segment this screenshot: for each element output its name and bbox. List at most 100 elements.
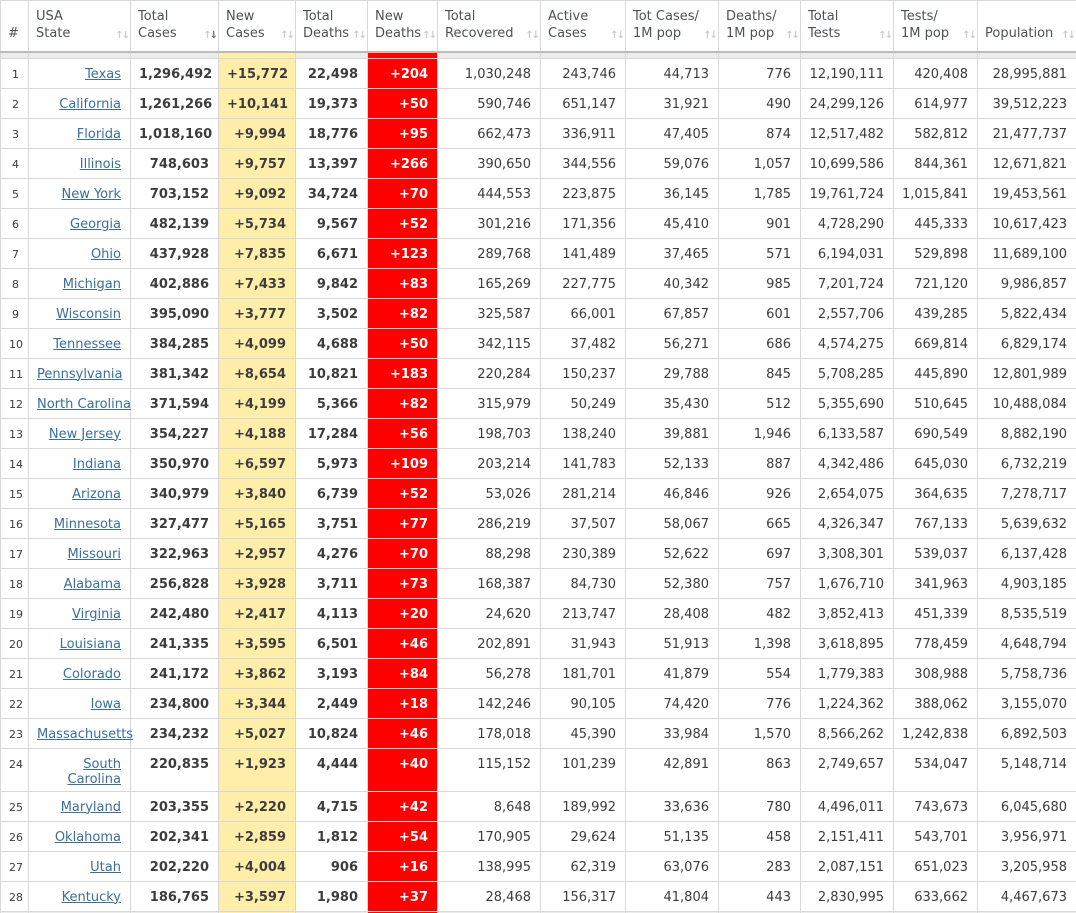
col-header-state[interactable]: USA State ↑↓ <box>28 0 131 53</box>
active_cases-cell: 29,624 <box>540 820 626 852</box>
active_cases-cell: 141,489 <box>540 237 626 269</box>
state-link[interactable]: Iowa <box>91 697 121 712</box>
total_cases-cell: 186,765 <box>130 880 219 912</box>
state-link[interactable]: New Jersey <box>49 427 121 442</box>
row-rank: 3 <box>0 117 29 149</box>
row-rank: 19 <box>0 597 29 629</box>
cases_1m-cell: 44,713 <box>625 57 719 89</box>
state-link[interactable]: North Carolina <box>37 397 131 412</box>
sort-icon: ↑↓ <box>422 30 437 41</box>
col-header-total_deaths[interactable]: Total Deaths ↑↓ <box>295 0 368 53</box>
population-cell: 5,758,736 <box>977 657 1076 689</box>
state-cell: Minnesota <box>28 507 131 539</box>
state-link[interactable]: Oklahoma <box>55 830 121 845</box>
deaths_1m-cell: 1,570 <box>718 717 801 749</box>
deaths_1m-cell: 512 <box>718 387 801 419</box>
row-rank: 11 <box>0 357 29 389</box>
state-link[interactable]: Maryland <box>61 800 121 815</box>
state-link[interactable]: Alabama <box>64 577 121 592</box>
population-cell: 6,045,680 <box>977 790 1076 822</box>
new_cases-cell: +4,188 <box>218 417 296 449</box>
col-header-new_cases[interactable]: New Cases ↑↓ <box>218 0 296 53</box>
state-link[interactable]: Tennessee <box>53 337 121 352</box>
state-cell: Utah <box>28 850 131 882</box>
total_deaths-cell: 1,980 <box>295 880 368 912</box>
state-link[interactable]: Georgia <box>70 217 121 232</box>
col-header-population[interactable]: Population ↑↓ <box>977 0 1076 53</box>
state-link[interactable]: Wisconsin <box>56 307 121 322</box>
new_cases-cell: +15,772 <box>218 57 296 89</box>
column-label: Total Cases <box>138 9 177 41</box>
col-header-total_tests[interactable]: Total Tests ↑↓ <box>800 0 894 53</box>
population-cell: 4,648,794 <box>977 627 1076 659</box>
state-link[interactable]: Michigan <box>63 277 121 292</box>
state-link[interactable]: New York <box>61 187 121 202</box>
col-header-cases_1m[interactable]: Tot Cases/ 1M pop ↑↓ <box>625 0 719 53</box>
state-link[interactable]: Massachusetts <box>37 727 133 742</box>
col-header-new_deaths[interactable]: New Deaths ↑↓ <box>367 0 438 53</box>
state-link[interactable]: South Carolina <box>68 757 122 787</box>
new_cases-cell: +4,199 <box>218 387 296 419</box>
state-link[interactable]: Illinois <box>80 157 121 172</box>
total_recovered-cell: 444,553 <box>437 177 541 209</box>
deaths_1m-cell: 686 <box>718 327 801 359</box>
column-label: Deaths/ 1M pop <box>726 9 777 41</box>
total_recovered-cell: 1,030,248 <box>437 57 541 89</box>
active_cases-cell: 227,775 <box>540 267 626 299</box>
state-link[interactable]: Texas <box>85 67 121 82</box>
state-link[interactable]: Kentucky <box>62 890 121 905</box>
col-header-deaths_1m[interactable]: Deaths/ 1M pop ↑↓ <box>718 0 801 53</box>
state-cell: Virginia <box>28 597 131 629</box>
table-row: 20 Louisiana 241,335 +3,595 6,501 +46 202,891 3… <box>0 627 1076 659</box>
deaths_1m-cell: 926 <box>718 477 801 509</box>
active_cases-cell: 37,482 <box>540 327 626 359</box>
total_tests-cell: 1,224,362 <box>800 687 894 719</box>
col-header-total_recovered[interactable]: Total Recovered ↑↓ <box>437 0 541 53</box>
state-link[interactable]: Louisiana <box>60 637 121 652</box>
active_cases-cell: 243,746 <box>540 57 626 89</box>
total_deaths-cell: 4,276 <box>295 537 368 569</box>
tests_1m-cell: 451,339 <box>893 597 978 629</box>
state-cell: Maryland <box>28 790 131 822</box>
state-link[interactable]: Colorado <box>63 667 121 682</box>
tests_1m-cell: 1,015,841 <box>893 177 978 209</box>
population-cell: 11,689,100 <box>977 237 1076 269</box>
tests_1m-cell: 614,977 <box>893 87 978 119</box>
state-link[interactable]: Virginia <box>72 607 121 622</box>
new_cases-cell: +9,994 <box>218 117 296 149</box>
row-rank: 14 <box>0 447 29 479</box>
state-link[interactable]: California <box>59 97 121 112</box>
table-row: 16 Minnesota 327,477 +5,165 3,751 +77 286,219 3… <box>0 507 1076 539</box>
state-link[interactable]: Missouri <box>67 547 121 562</box>
total_deaths-cell: 5,366 <box>295 387 368 419</box>
tests_1m-cell: 582,812 <box>893 117 978 149</box>
state-link[interactable]: Minnesota <box>54 517 121 532</box>
total_tests-cell: 4,326,347 <box>800 507 894 539</box>
col-header-tests_1m[interactable]: Tests/ 1M pop ↑↓ <box>893 0 978 53</box>
new_deaths-cell: +109 <box>367 447 438 479</box>
state-link[interactable]: Arizona <box>72 487 121 502</box>
new_deaths-cell: +123 <box>367 237 438 269</box>
new_cases-cell: +8,654 <box>218 357 296 389</box>
row-rank: 24 <box>0 747 29 792</box>
total_recovered-cell: 590,746 <box>437 87 541 119</box>
total_cases-cell: 384,285 <box>130 327 219 359</box>
col-header-active_cases[interactable]: Active Cases ↑↓ <box>540 0 626 53</box>
row-rank: 16 <box>0 507 29 539</box>
total_tests-cell: 3,308,301 <box>800 537 894 569</box>
population-cell: 3,205,958 <box>977 850 1076 882</box>
total_deaths-cell: 4,113 <box>295 597 368 629</box>
state-link[interactable]: Indiana <box>73 457 121 472</box>
total_tests-cell: 6,194,031 <box>800 237 894 269</box>
total_deaths-cell: 6,739 <box>295 477 368 509</box>
col-header-total_cases[interactable]: Total Cases ↑↓ <box>130 0 219 53</box>
state-link[interactable]: Pennsylvania <box>37 367 122 382</box>
tests_1m-cell: 510,645 <box>893 387 978 419</box>
total_cases-cell: 437,928 <box>130 237 219 269</box>
state-link[interactable]: Florida <box>77 127 121 142</box>
cases_1m-cell: 28,408 <box>625 597 719 629</box>
state-link[interactable]: Utah <box>90 860 121 875</box>
row-rank: 13 <box>0 417 29 449</box>
tests_1m-cell: 364,635 <box>893 477 978 509</box>
state-link[interactable]: Ohio <box>91 247 121 262</box>
